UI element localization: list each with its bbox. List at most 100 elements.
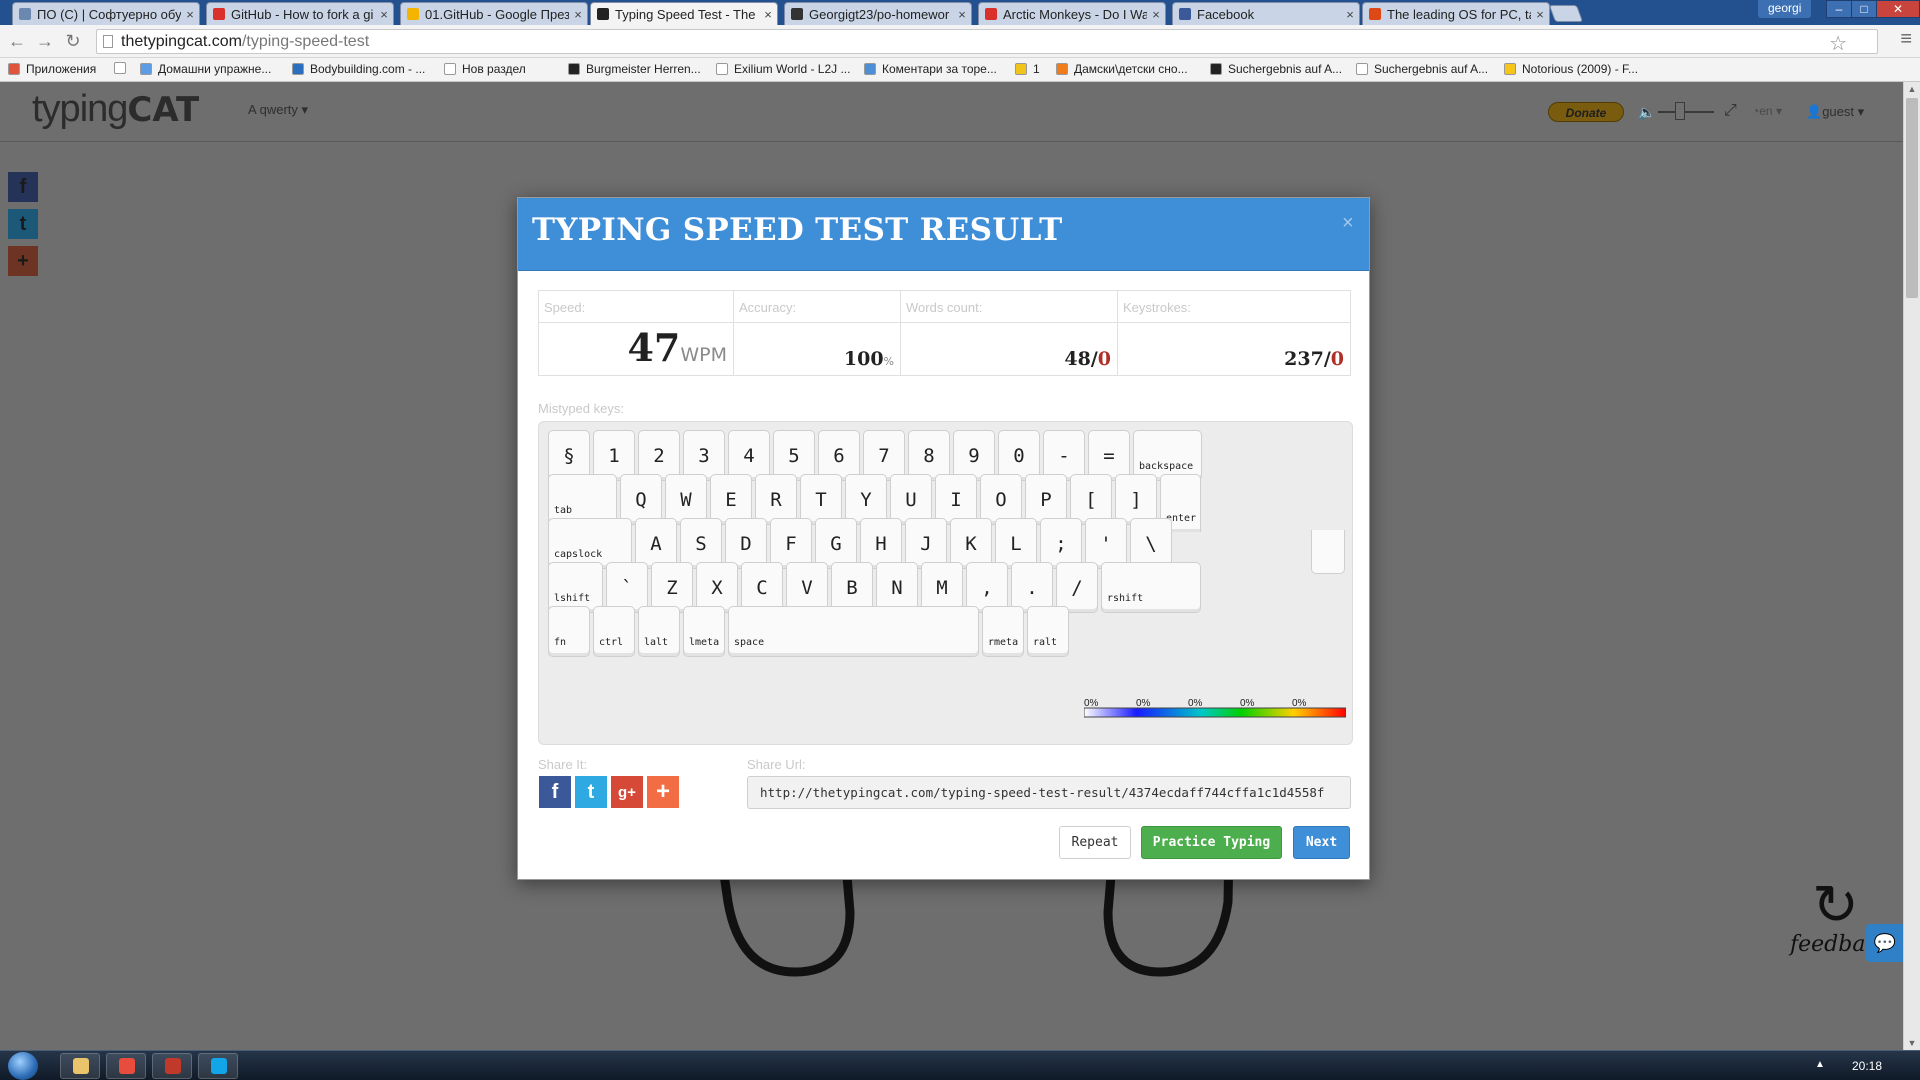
twitter-share-icon[interactable]: t (575, 776, 607, 808)
browser-tab[interactable]: The leading OS for PC, tab × (1362, 2, 1550, 25)
browser-tab-strip: ПО (С) | Софтуерно обуч × GitHub - How to … (0, 0, 1920, 25)
bookmark-item[interactable]: 1 (1015, 62, 1040, 76)
reload-icon[interactable]: ↻ (62, 30, 84, 52)
tab-title: ПО (С) | Софтуерно обуч (37, 6, 181, 22)
taskbar-app-explorer[interactable] (60, 1053, 100, 1079)
start-button[interactable] (8, 1052, 38, 1080)
bookmark-label: Дамски\детски сно... (1074, 62, 1188, 76)
tab-close-icon[interactable]: × (1341, 7, 1359, 22)
language-dropdown[interactable]: ◔en ▾ (1752, 104, 1782, 118)
minimize-button[interactable]: – (1826, 0, 1852, 18)
stat-accuracy: Accuracy: 100% (734, 291, 901, 375)
bookmark-item[interactable]: Notorious (2009) - F... (1504, 62, 1638, 76)
tab-close-icon[interactable]: × (569, 7, 587, 22)
bookmark-item[interactable] (114, 62, 132, 74)
bookmark-item[interactable]: Дамски\детски сно... (1056, 62, 1188, 76)
tab-close-icon[interactable]: × (181, 7, 199, 22)
scrollbar-thumb[interactable] (1906, 98, 1918, 298)
bookmark-item[interactable]: Burgmeister Herren... (568, 62, 701, 76)
site-header: typingCAT A qwerty ▾ Donate 🔈 ⤢ ◔en ▾ 👤g… (0, 82, 1903, 142)
bookmark-item[interactable]: Suchergebnis auf A... (1356, 62, 1488, 76)
tab-close-icon[interactable]: × (759, 7, 777, 22)
bookmark-label: Exilium World - L2J ... (734, 62, 851, 76)
tab-close-icon[interactable]: × (1147, 7, 1165, 22)
site-logo[interactable]: typingCAT (32, 88, 199, 131)
tab-close-icon[interactable]: × (375, 7, 393, 22)
tab-title: Facebook (1197, 6, 1255, 22)
stat-accuracy-label: Accuracy: (734, 291, 900, 323)
browser-tab[interactable]: Georgigt23/po-homewor × (784, 2, 972, 25)
heatmap-legend-bar (1084, 707, 1346, 718)
bookmark-item[interactable]: Нов раздел (444, 62, 526, 76)
volume-slider[interactable] (1658, 111, 1714, 113)
volume-slider-handle[interactable] (1675, 102, 1685, 120)
repeat-button[interactable]: Repeat (1059, 826, 1131, 859)
browser-tab[interactable]: 01.GitHub - Google Презе × (400, 2, 588, 25)
bookmark-item[interactable]: Домашни упражне... (140, 62, 271, 76)
practice-typing-button[interactable]: Practice Typing (1141, 826, 1282, 859)
scroll-down-icon[interactable]: ▼ (1904, 1038, 1920, 1048)
tab-close-icon[interactable]: × (1531, 7, 1549, 22)
tab-favicon-icon (407, 8, 419, 20)
window-close-button[interactable]: ✕ (1876, 0, 1920, 18)
bookmark-item[interactable]: Коментари за торе... (864, 62, 997, 76)
browser-tab[interactable]: GitHub - How to fork a gi × (206, 2, 394, 25)
bookmark-item[interactable]: Exilium World - L2J ... (716, 62, 850, 76)
browser-toolbar: ← → ↻ thetypingcat.com/typing-speed-test… (0, 25, 1920, 58)
bookmark-item[interactable]: Bodybuilding.com - ... (292, 62, 425, 76)
user-dropdown[interactable]: 👤guest ▾ (1806, 104, 1864, 120)
tab-close-icon[interactable]: × (953, 7, 971, 22)
modal-close-icon[interactable]: × (1342, 212, 1354, 235)
add-share-side-icon[interactable]: + (8, 246, 38, 276)
maximize-button[interactable]: □ (1851, 0, 1877, 18)
volume-icon[interactable]: 🔈 (1638, 104, 1655, 121)
window-user-badge[interactable]: georgi (1758, 0, 1812, 18)
fullscreen-icon[interactable]: ⤢ (1724, 102, 1737, 120)
taskbar-clock: 20:18 (1852, 1059, 1883, 1073)
bookmark-label: Домашни упражне... (158, 62, 272, 76)
chevron-down-icon: ▾ (1775, 104, 1782, 118)
bookmark-item[interactable]: Приложения (8, 62, 96, 76)
bookmark-label: 1 (1033, 62, 1040, 76)
taskbar-app-chrome[interactable] (106, 1053, 146, 1079)
share-label: Share It: (538, 757, 588, 772)
facebook-side-icon[interactable]: f (8, 172, 38, 202)
page-icon (103, 35, 113, 48)
twitter-side-icon[interactable]: t (8, 209, 38, 239)
address-bar[interactable]: thetypingcat.com/typing-speed-test ☆ (96, 29, 1878, 56)
browser-tab[interactable]: Typing Speed Test - The T × (590, 2, 778, 25)
chrome-icon (119, 1058, 135, 1074)
result-modal: TYPING SPEED TEST RESULT × Speed: 47WPM … (517, 197, 1370, 880)
forward-icon[interactable]: → (34, 30, 56, 52)
bookmark-star-icon[interactable]: ☆ (1829, 33, 1847, 56)
taskbar-app-skype[interactable] (198, 1053, 238, 1079)
keyboard-layout-dropdown[interactable]: A qwerty ▾ (248, 102, 308, 118)
page-scrollbar[interactable]: ▲ ▼ (1903, 82, 1920, 1050)
tab-title: GitHub - How to fork a gi (231, 6, 374, 22)
donate-button[interactable]: Donate (1548, 102, 1624, 122)
back-icon[interactable]: ← (6, 30, 28, 52)
bookmark-item[interactable]: Suchergebnis auf A... (1210, 62, 1342, 76)
scroll-up-icon[interactable]: ▲ (1904, 84, 1920, 94)
mistyped-keyboard: 0% 0% 0% 0% 0% § 1 2 3 4 5 6 7 8 9 0- = backspace tab Q W E R… (538, 421, 1353, 745)
facebook-share-icon[interactable]: f (539, 776, 571, 808)
url-domain: thetypingcat.com (121, 33, 242, 50)
add-share-icon[interactable]: + (647, 776, 679, 808)
taskbar-app-java[interactable] (152, 1053, 192, 1079)
google-plus-share-icon[interactable]: g+ (611, 776, 643, 808)
stat-accuracy-value: 100% (844, 348, 894, 370)
next-button[interactable]: Next (1293, 826, 1350, 859)
browser-tab[interactable]: ПО (С) | Софтуерно обуч × (12, 2, 200, 25)
logo-light-text: typing (32, 88, 128, 130)
tray-expand-icon[interactable]: ▲ (1815, 1059, 1825, 1070)
share-url-field[interactable]: http://thetypingcat.com/typing-speed-tes… (747, 776, 1351, 809)
logo-bold-text: CAT (127, 90, 200, 130)
bookmark-label: Burgmeister Herren... (586, 62, 701, 76)
chat-icon[interactable]: 💬 (1866, 924, 1903, 962)
feedback-arrow-icon[interactable]: ↻ (1812, 872, 1859, 938)
browser-tab[interactable]: Facebook × (1172, 2, 1360, 25)
accuracy-number: 100 (843, 348, 884, 370)
new-tab-button[interactable] (1548, 5, 1584, 22)
browser-tab[interactable]: Arctic Monkeys - Do I Wa × (978, 2, 1166, 25)
chrome-menu-icon[interactable]: ≡ (1900, 28, 1912, 51)
